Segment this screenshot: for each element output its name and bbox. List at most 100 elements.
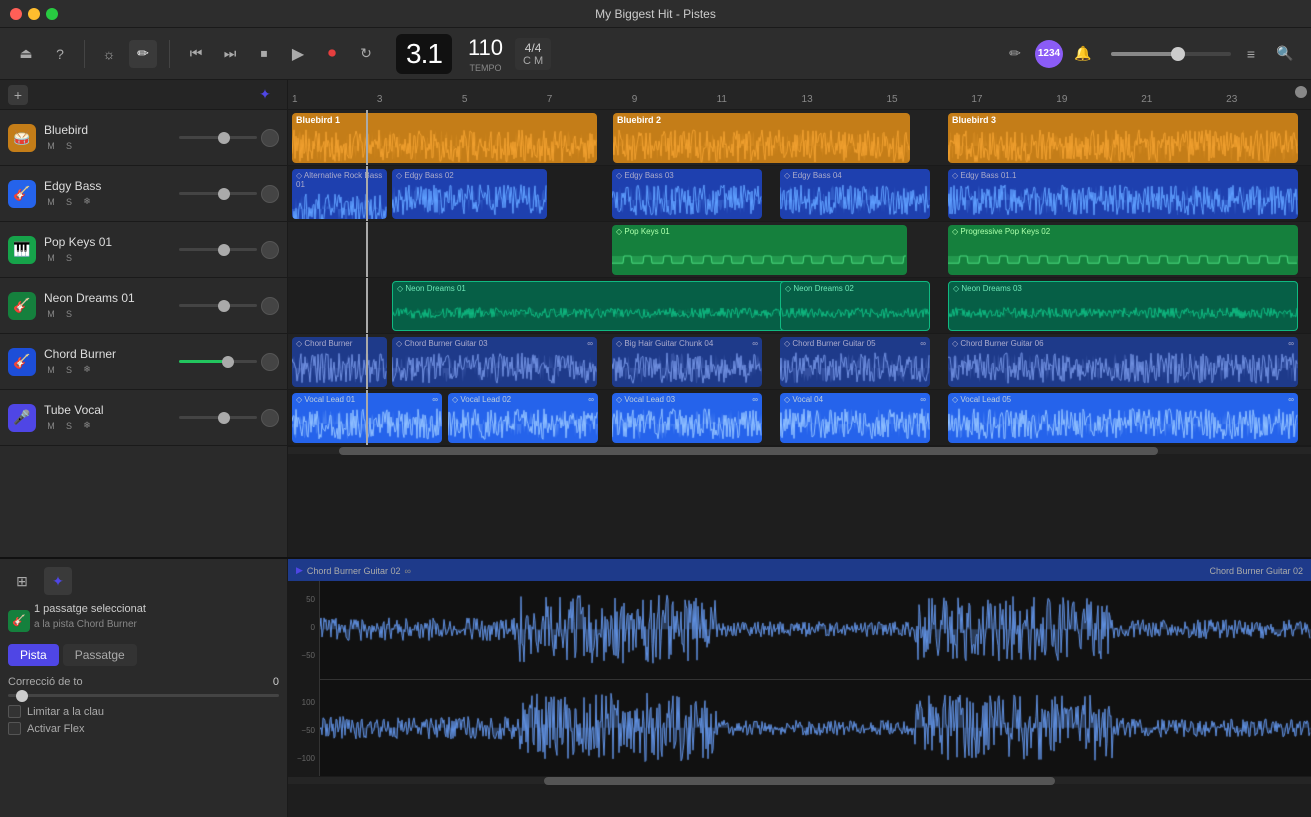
transport-display: 3.1 — [396, 34, 452, 74]
mute-tube-vocal[interactable]: M — [44, 419, 58, 433]
mute-bluebird[interactable]: M — [44, 139, 58, 153]
list-view-button[interactable]: ≡ — [1237, 40, 1265, 68]
fader-knob-chord-burner[interactable] — [222, 356, 234, 368]
tab-pista-button[interactable]: Pista — [8, 644, 59, 666]
user-badge[interactable]: 1234 — [1035, 40, 1063, 68]
maximize-button[interactable] — [46, 8, 58, 20]
solo-chord-burner[interactable]: S — [62, 363, 76, 377]
ruler-mark-21: 21 — [1141, 94, 1226, 105]
clip-chord-burner-guitar-06[interactable]: ◇ Chord Burner Guitar 06 ∞ — [948, 337, 1298, 387]
metronome-button[interactable]: 🔔 — [1069, 40, 1097, 68]
track-controls-edgy-bass: M S ❄ — [44, 195, 171, 209]
freeze-edgy-bass[interactable]: ❄ — [80, 195, 94, 209]
rewind-button[interactable]: ⏮ — [182, 40, 210, 68]
clip-vocal-lead-03[interactable]: ◇ Vocal Lead 03 ∞ — [612, 393, 762, 443]
brightness-button[interactable]: ☼ — [95, 40, 123, 68]
fader-track-tube-vocal[interactable] — [179, 416, 257, 419]
search-button[interactable]: 🔍 — [1271, 40, 1299, 68]
library-button[interactable]: ⏏ — [12, 40, 40, 68]
freeze-chord-burner[interactable]: ❄ — [80, 363, 94, 377]
clip-neon-dreams-03[interactable]: ◇ Neon Dreams 03 — [948, 281, 1298, 331]
track-item-neon-dreams[interactable]: 🎸 Neon Dreams 01 M S — [0, 278, 287, 334]
track-item-tube-vocal[interactable]: 🎤 Tube Vocal M S ❄ — [0, 390, 287, 446]
vol-knob-pop-keys[interactable] — [261, 241, 279, 259]
clip-edgy-bass-04[interactable]: ◇ Edgy Bass 04 — [780, 169, 930, 219]
clip-vocal-lead-02[interactable]: ◇ Vocal Lead 02 ∞ — [448, 393, 598, 443]
mute-edgy-bass[interactable]: M — [44, 195, 58, 209]
fast-forward-button[interactable]: ⏭ — [216, 40, 244, 68]
smart-controls-button[interactable]: ✦ — [251, 81, 279, 109]
arranger-scrollbar[interactable] — [288, 446, 1311, 454]
minimize-button[interactable] — [28, 8, 40, 20]
track-item-bluebird[interactable]: 🥁 Bluebird M S — [0, 110, 287, 166]
solo-neon-dreams[interactable]: S — [62, 307, 76, 321]
window-title: My Biggest Hit - Pistes — [595, 7, 716, 21]
vol-knob-chord-burner[interactable] — [261, 353, 279, 371]
clip-prog-pop-keys-02[interactable]: ◇ Progressive Pop Keys 02 — [948, 225, 1298, 275]
clip-bluebird-1[interactable]: Bluebird 1 — [292, 113, 597, 163]
bottom-icon-1[interactable]: ⊞ — [8, 567, 36, 595]
clip-neon-dreams-02[interactable]: ◇ Neon Dreams 02 — [780, 281, 930, 331]
play-button[interactable]: ▶ — [284, 40, 312, 68]
clip-alt-rock-bass[interactable]: ◇ Alternative Rock Bass 01 — [292, 169, 387, 219]
clip-big-hair-guitar-04[interactable]: ◇ Big Hair Guitar Chunk 04 ∞ — [612, 337, 762, 387]
scrollbar-thumb[interactable] — [339, 447, 1157, 455]
checkbox-flex[interactable] — [8, 722, 21, 735]
fader-track-chord-burner[interactable] — [179, 360, 257, 363]
record-button[interactable]: ⏺ — [318, 40, 346, 68]
checkbox-key[interactable] — [8, 705, 21, 718]
fader-track-edgy-bass[interactable] — [179, 192, 257, 195]
track-item-chord-burner[interactable]: 🎸 Chord Burner M S ❄ — [0, 334, 287, 390]
mute-chord-burner[interactable]: M — [44, 363, 58, 377]
freeze-tube-vocal[interactable]: ❄ — [80, 419, 94, 433]
mute-neon-dreams[interactable]: M — [44, 307, 58, 321]
track-item-pop-keys[interactable]: 🎹 Pop Keys 01 M S — [0, 222, 287, 278]
bottom-scrollbar-thumb[interactable] — [544, 777, 1056, 785]
pencil-tool-button[interactable]: ✏ — [1001, 40, 1029, 68]
solo-pop-keys[interactable]: S — [62, 251, 76, 265]
add-track-button[interactable]: + — [8, 85, 28, 105]
vol-knob-edgy-bass[interactable] — [261, 185, 279, 203]
help-button[interactable]: ? — [46, 40, 74, 68]
goto-start-button[interactable]: ⏹ — [250, 40, 278, 68]
fader-knob-neon-dreams[interactable] — [218, 300, 230, 312]
pen-button[interactable]: ✏ — [129, 40, 157, 68]
fader-knob-tube-vocal[interactable] — [218, 412, 230, 424]
fader-knob-bluebird[interactable] — [218, 132, 230, 144]
bottom-scrollbar[interactable] — [288, 776, 1311, 784]
vol-knob-tube-vocal[interactable] — [261, 409, 279, 427]
timesig-display[interactable]: 4/4 C M — [515, 38, 551, 70]
cycle-button[interactable]: ↻ — [352, 40, 380, 68]
fader-track-neon-dreams[interactable] — [179, 304, 257, 307]
clip-chord-burner[interactable]: ◇ Chord Burner — [292, 337, 387, 387]
clip-bluebird-2[interactable]: Bluebird 2 — [613, 113, 910, 163]
clip-pop-keys-01[interactable]: ◇ Pop Keys 01 — [612, 225, 907, 275]
tab-passatge-button[interactable]: Passatge — [63, 644, 137, 666]
volume-knob[interactable] — [1171, 47, 1185, 61]
track-info-chord-burner: Chord Burner M S ❄ — [44, 347, 171, 377]
clip-vocal-04[interactable]: ◇ Vocal 04 ∞ — [780, 393, 930, 443]
solo-tube-vocal[interactable]: S — [62, 419, 76, 433]
solo-edgy-bass[interactable]: S — [62, 195, 76, 209]
bottom-icon-2[interactable]: ✦ — [44, 567, 72, 595]
clip-chord-burner-guitar-05[interactable]: ◇ Chord Burner Guitar 05 ∞ — [780, 337, 930, 387]
clip-edgy-bass-011[interactable]: ◇ Edgy Bass 01.1 — [948, 169, 1298, 219]
clip-chord-burner-guitar-03[interactable]: ◇ Chord Burner Guitar 03 ∞ — [392, 337, 597, 387]
clip-edgy-bass-02[interactable]: ◇ Edgy Bass 02 — [392, 169, 547, 219]
clip-vocal-lead-05[interactable]: ◇ Vocal Lead 05 ∞ — [948, 393, 1298, 443]
fader-knob-edgy-bass[interactable] — [218, 188, 230, 200]
correction-slider-knob[interactable] — [16, 690, 28, 702]
mute-pop-keys[interactable]: M — [44, 251, 58, 265]
solo-bluebird[interactable]: S — [62, 139, 76, 153]
fader-knob-pop-keys[interactable] — [218, 244, 230, 256]
vol-knob-neon-dreams[interactable] — [261, 297, 279, 315]
track-info-tube-vocal: Tube Vocal M S ❄ — [44, 403, 171, 433]
clip-edgy-bass-03[interactable]: ◇ Edgy Bass 03 — [612, 169, 762, 219]
vol-knob-bluebird[interactable] — [261, 129, 279, 147]
clip-bluebird-3[interactable]: Bluebird 3 — [948, 113, 1298, 163]
track-item-edgy-bass[interactable]: 🎸 Edgy Bass M S ❄ — [0, 166, 287, 222]
fader-track-bluebird[interactable] — [179, 136, 257, 139]
fader-track-pop-keys[interactable] — [179, 248, 257, 251]
correction-slider[interactable] — [8, 694, 279, 697]
close-button[interactable] — [10, 8, 22, 20]
